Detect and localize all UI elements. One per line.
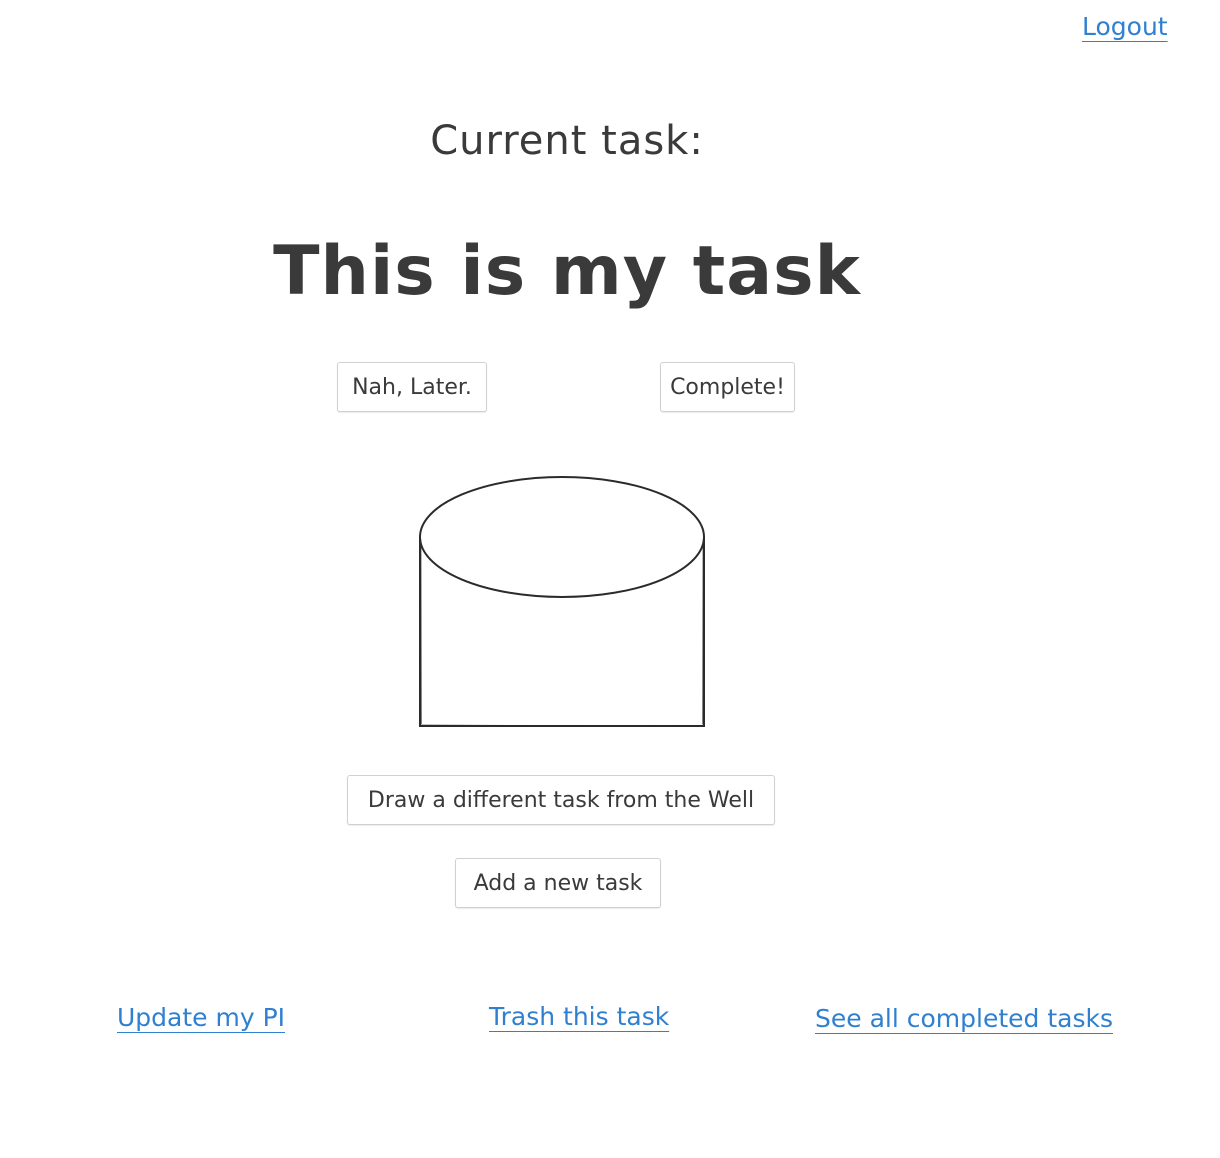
trash-task-link[interactable]: Trash this task <box>489 1002 669 1031</box>
current-task-heading: Current task: <box>430 118 704 164</box>
update-pi-link[interactable]: Update my PI <box>117 1003 285 1032</box>
completed-tasks-link[interactable]: See all completed tasks <box>815 1004 1113 1033</box>
later-button[interactable]: Nah, Later. <box>337 362 487 412</box>
task-title: This is my task <box>273 232 861 311</box>
complete-button[interactable]: Complete! <box>660 362 795 412</box>
draw-task-button[interactable]: Draw a different task from the Well <box>347 775 775 825</box>
well-cylinder-icon <box>410 468 714 740</box>
add-task-button[interactable]: Add a new task <box>455 858 661 908</box>
logout-link[interactable]: Logout <box>1082 12 1168 41</box>
